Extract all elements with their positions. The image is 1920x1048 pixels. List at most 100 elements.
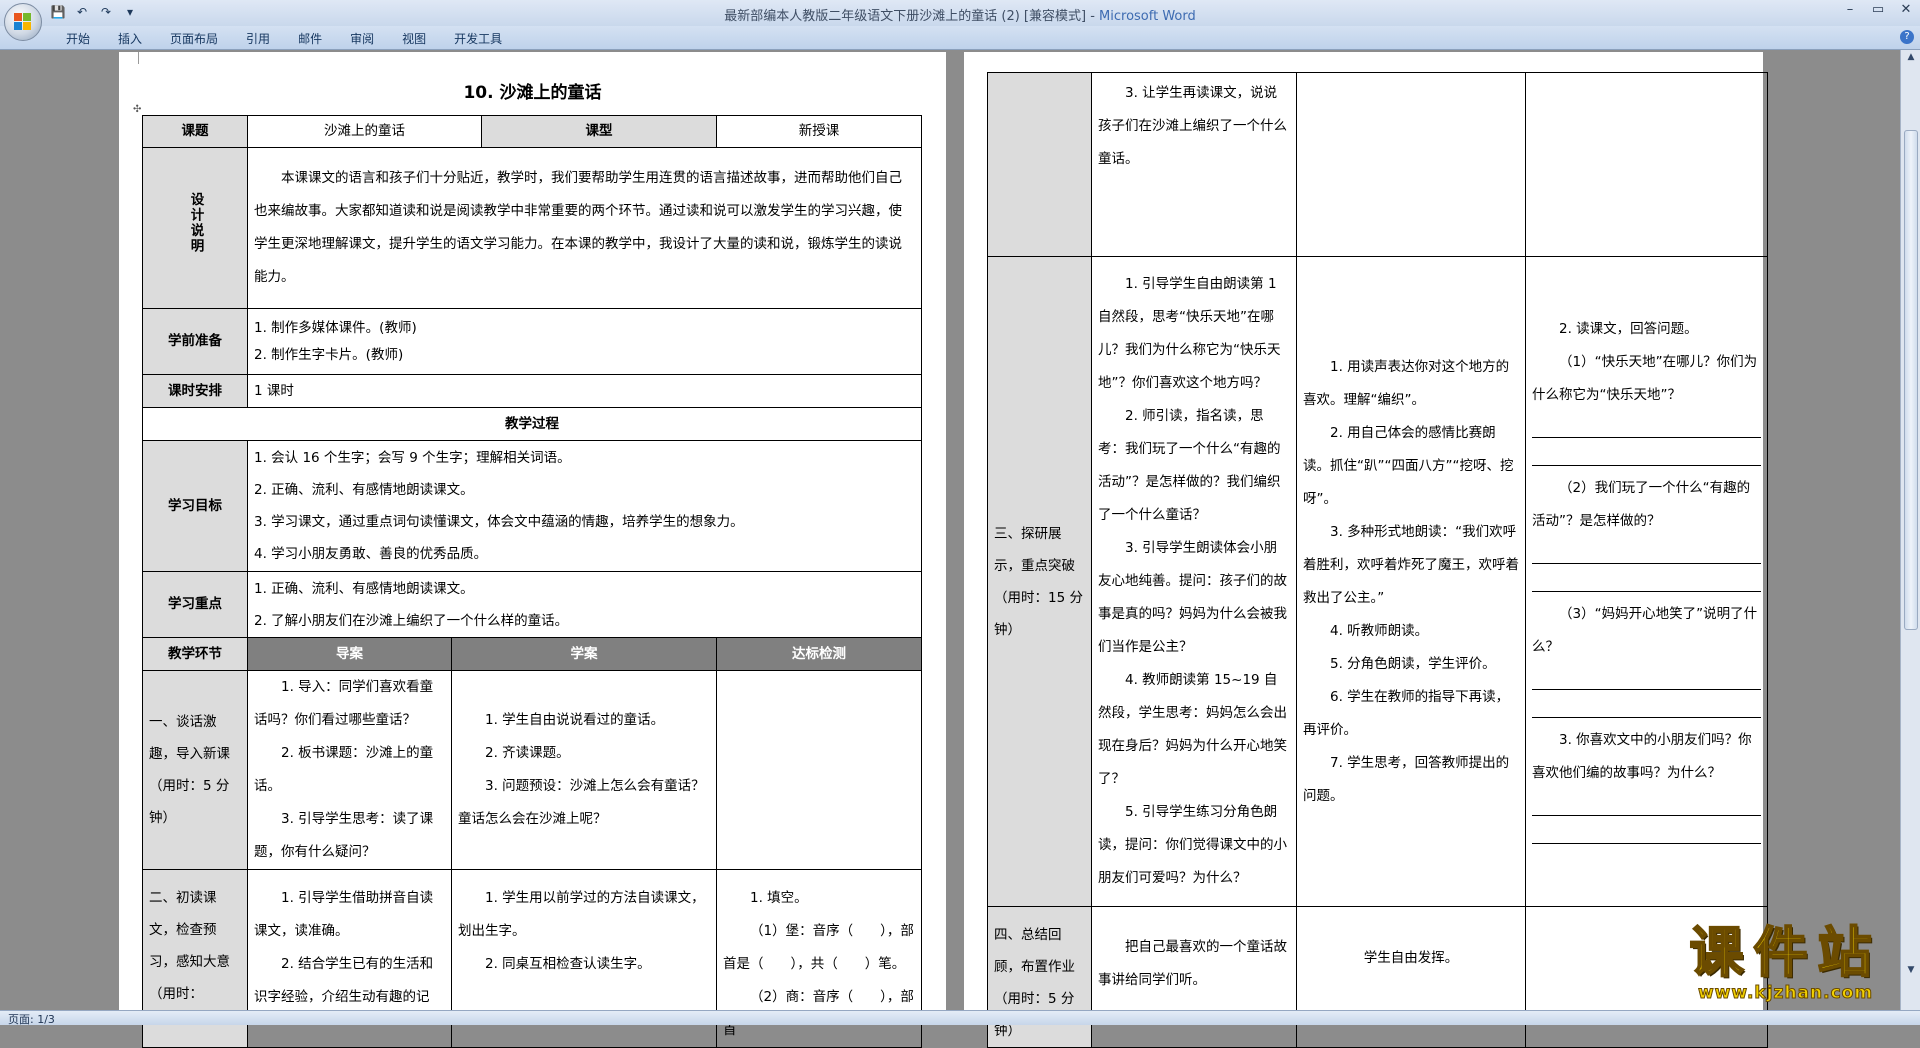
goals-label: 学习目标 (142, 440, 248, 572)
answer-line (1532, 794, 1761, 816)
app-name: Microsoft Word (1099, 9, 1196, 24)
document-title: 10. 沙滩上的童话 (463, 83, 602, 103)
list-item: 2. 师引读，指名读，思考：我们玩了一个什么“有趣的活动”？是怎样做的？我们编织… (1098, 408, 1281, 523)
status-bar: 页面: 1/3 (0, 1010, 1920, 1026)
stage1-name: 一、谈话激趣，导入新课（用时：5 分钟） (142, 670, 248, 870)
help-icon[interactable]: ? (1900, 30, 1914, 44)
tab-page-layout[interactable]: 页面布局 (156, 30, 232, 47)
list-item: 3. 引导学生朗读体会小朋友心地纯善。提问：孩子们的故事是真的吗？妈妈为什么会被… (1098, 540, 1287, 655)
list-item: 1. 制作多媒体课件。(教师) (254, 319, 417, 336)
list-item: 1. 会认 16 个生字；会写 9 个生字；理解相关词语。 (254, 450, 571, 466)
list-item: 2. 结合学生已有的生活和识字经验，介绍生动有趣的记 (254, 956, 434, 1005)
list-item: 2. 正确、流利、有感情地朗读课文。 (254, 482, 474, 498)
ribbon-tab-bar: 开始 插入 页面布局 引用 邮件 审阅 视图 开发工具 (0, 26, 1920, 50)
answer-line (1532, 822, 1761, 844)
vertical-scrollbar[interactable]: ▲ ▼ (1900, 50, 1920, 1010)
stage2-study-continued (1296, 72, 1526, 257)
list-item: 1. 引导学生借助拼音自读课文，读准确。 (254, 890, 434, 939)
list-item: 3. 多种形式地朗读：“我们欢呼着胜利，欢呼着炸死了魔王，欢呼着救出了公主。” (1303, 523, 1519, 606)
list-item: 2. 读课文，回答问题。 (1559, 321, 1698, 337)
stage2-guide-continued: 3. 让学生再读课文，说说孩子们在沙滩上编织了一个什么童话。 (1091, 72, 1297, 257)
study-header: 学案 (451, 637, 717, 671)
list-item: 5. 分角色朗读，学生评价。 (1330, 655, 1496, 672)
list-item: 4. 听教师朗读。 (1330, 622, 1429, 639)
lesson-type-value: 新授课 (716, 115, 922, 148)
answer-line (1532, 444, 1761, 466)
tab-view[interactable]: 视图 (388, 30, 440, 47)
tab-review[interactable]: 审阅 (336, 30, 388, 47)
schedule-value: 1 课时 (247, 374, 922, 408)
stage1-study: 1. 学生自由说说看过的童话。 2. 齐读课题。 3. 问题预设：沙滩上怎么会有… (451, 670, 717, 870)
list-item: 3. 问题预设：沙滩上怎么会有童话？童话怎么会在沙滩上呢？ (458, 778, 705, 827)
watermark-text: 课件站 (1689, 921, 1882, 984)
maximize-icon[interactable]: ▭ (1864, 0, 1892, 20)
list-item: 2. 同桌互相检查认读生字。 (485, 956, 651, 972)
document-page-1[interactable]: 10. 沙滩上的童话 ✣ 课题 沙滩上的童话 课型 新授课 设计说明 本课课文的… (119, 52, 946, 1048)
stage4-name: 四、总结回顾，布置作业（用时：5 分钟） (987, 906, 1092, 1048)
tab-developer[interactable]: 开发工具 (440, 30, 516, 47)
office-logo-icon (14, 13, 32, 31)
stage4-guide: 把自己最喜欢的一个童话故事讲给同学们听。 (1091, 906, 1297, 1048)
focus-label: 学习重点 (142, 571, 248, 638)
list-item: 1. 填空。 (750, 890, 808, 906)
stage2-check-continued (1525, 72, 1768, 257)
check-header: 达标检测 (716, 637, 922, 671)
design-label: 设计说明 (142, 147, 248, 309)
list-item: 1. 学生自由说说看过的童话。 (485, 712, 665, 728)
close-icon[interactable]: ✕ (1892, 0, 1920, 20)
tab-insert[interactable]: 插入 (104, 30, 156, 47)
answer-line (1532, 542, 1761, 564)
answer-line (1532, 570, 1761, 592)
list-item: 4. 教师朗读第 15~19 自然段，学生思考：妈妈怎么会出现在身后？妈妈为什么… (1098, 672, 1287, 787)
watermark-url: www.kjzhan.com (1697, 983, 1874, 1004)
tab-home[interactable]: 开始 (52, 30, 104, 47)
document-name: 最新部编本人教版二年级语文下册沙滩上的童话 (2) [兼容模式] - (724, 9, 1100, 24)
list-item: 1. 导入：同学们喜欢看童话吗？你们看过哪些童话？ (254, 679, 434, 728)
schedule-label: 课时安排 (142, 374, 248, 408)
list-item: （1）堡：音序（ ），部首是（ ），共（ ）笔。 (723, 923, 914, 972)
scrollbar-thumb[interactable] (1904, 130, 1918, 630)
tab-mailings[interactable]: 邮件 (284, 30, 336, 47)
stage4-study: 学生自由发挥。 (1296, 906, 1526, 1048)
lesson-plan-table: 课题 沙滩上的童话 课型 新授课 设计说明 本课课文的语言和孩子们十分贴近，教学… (142, 115, 922, 1048)
office-button[interactable] (4, 3, 42, 41)
list-item: 3. 你喜欢文中的小朋友们吗？你喜欢他们编的故事吗？为什么？ (1532, 732, 1752, 781)
table-move-handle-icon[interactable]: ✣ (133, 104, 141, 115)
stage3-check: 2. 读课文，回答问题。 （1）“快乐天地”在哪儿？你们为什么称它为“快乐天地”… (1525, 256, 1768, 907)
document-page-2[interactable]: 3. 让学生再读课文，说说孩子们在沙滩上编织了一个什么童话。 三、探研展示，重点… (964, 52, 1768, 1048)
list-item: 2. 板书课题：沙滩上的童话。 (254, 745, 434, 794)
list-item: 5. 引导学生练习分角色朗读，提问：你们觉得课文中的小朋友们可爱吗？为什么？ (1098, 804, 1287, 886)
list-item: 1. 引导学生自由朗读第 1 自然段，思考“快乐天地”在哪儿？我们为什么称它为“… (1098, 276, 1281, 391)
list-item: （1）“快乐天地”在哪儿？你们为什么称它为“快乐天地”？ (1532, 354, 1758, 403)
scroll-up-icon[interactable]: ▲ (1905, 52, 1917, 62)
list-item: 2. 制作生字卡片。(教师) (254, 346, 404, 363)
list-item: 1. 正确、流利、有感情地朗读课文。 (254, 580, 474, 597)
guide-header: 导案 (247, 637, 452, 671)
list-item: 6. 学生在教师的指导下再读，再评价。 (1303, 688, 1510, 738)
list-item: 2. 齐读课题。 (485, 745, 570, 761)
scroll-down-icon[interactable]: ▼ (1905, 965, 1917, 975)
minimize-icon[interactable]: – (1836, 0, 1864, 20)
process-heading: 教学过程 (142, 407, 922, 441)
prep-label: 学前准备 (142, 308, 248, 375)
list-item: 1. 用读声表达你对这个地方的喜欢。理解“编织”。 (1303, 358, 1510, 408)
list-item: 4. 学习小朋友勇敢、善良的优秀品质。 (254, 546, 488, 562)
lesson-plan-table-continued: 3. 让学生再读课文，说说孩子们在沙滩上编织了一个什么童话。 三、探研展示，重点… (987, 72, 1768, 1048)
list-item: 2. 用自己体会的感情比赛朗读。抓住“趴”“四面八方”“挖呀、挖呀”。 (1303, 424, 1514, 507)
answer-line (1532, 696, 1761, 718)
list-item: 3. 引导学生思考：读了课题，你有什么疑问？ (254, 811, 434, 860)
lesson-type-label: 课型 (481, 115, 717, 148)
window-title: 最新部编本人教版二年级语文下册沙滩上的童话 (2) [兼容模式] - Micro… (0, 5, 1920, 24)
stage3-guide: 1. 引导学生自由朗读第 1 自然段，思考“快乐天地”在哪儿？我们为什么称它为“… (1091, 256, 1297, 907)
tab-references[interactable]: 引用 (232, 30, 284, 47)
prep-list: 1. 制作多媒体课件。(教师) 2. 制作生字卡片。(教师) (247, 308, 922, 375)
answer-line (1532, 668, 1761, 690)
stage3-study: 1. 用读声表达你对这个地方的喜欢。理解“编织”。 2. 用自己体会的感情比赛朗… (1296, 256, 1526, 907)
continued-stage-cell (987, 72, 1092, 257)
list-item: 3. 让学生再读课文，说说孩子们在沙滩上编织了一个什么童话。 (1098, 85, 1287, 167)
list-item: 3. 学习课文，通过重点词句读懂课文，体会文中蕴涵的情趣，培养学生的想象力。 (254, 514, 744, 530)
topic-label: 课题 (142, 115, 248, 148)
topic-value: 沙滩上的童话 (247, 115, 482, 148)
design-text: 本课课文的语言和孩子们十分贴近，教学时，我们要帮助学生用连贯的语言描述故事，进而… (247, 147, 922, 309)
title-bar: 💾 ↶ ↷ ▾ 最新部编本人教版二年级语文下册沙滩上的童话 (2) [兼容模式]… (0, 0, 1920, 41)
